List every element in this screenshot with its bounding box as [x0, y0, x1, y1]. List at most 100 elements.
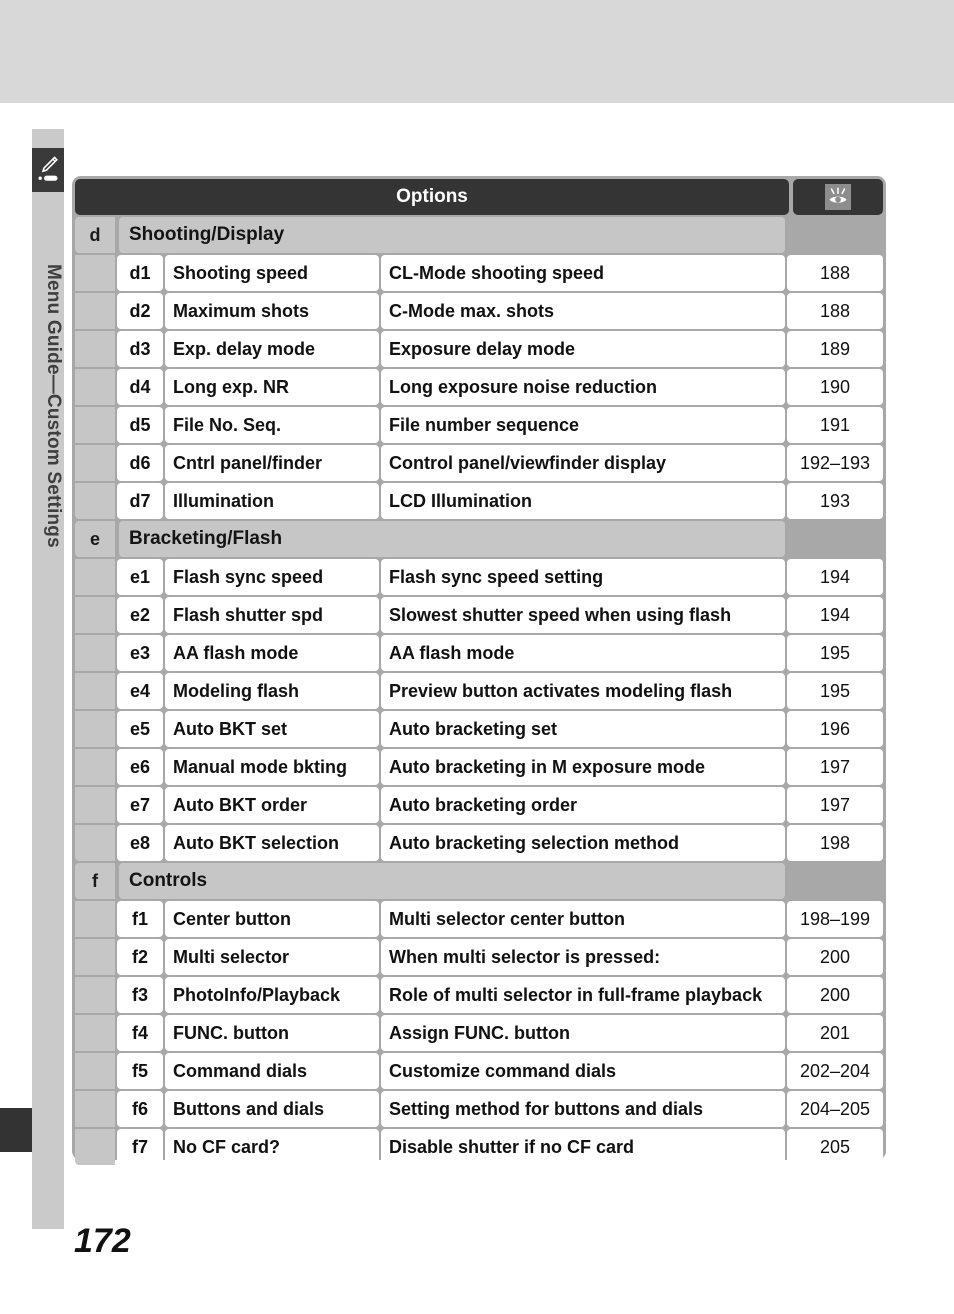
setting-description: Assign FUNC. button	[381, 1015, 785, 1051]
setting-description: Disable shutter if no CF card	[381, 1129, 785, 1165]
group-letter-spacer	[75, 445, 115, 481]
group-letter-spacer	[75, 673, 115, 709]
setting-name: Maximum shots	[165, 293, 379, 329]
section-page-spacer	[787, 863, 883, 899]
group-letter-spacer	[75, 483, 115, 519]
group-letter-spacer	[75, 331, 115, 367]
setting-page-ref: 198–199	[787, 901, 883, 937]
table-row: d6 Cntrl panel/finder Control panel/viewfi…	[75, 445, 883, 481]
setting-name: Exp. delay mode	[165, 331, 379, 367]
setting-page-ref: 188	[787, 255, 883, 291]
group-letter-spacer	[75, 1129, 115, 1165]
section-header-row: d Shooting/Display	[75, 217, 883, 253]
group-letter-spacer	[75, 293, 115, 329]
table-header-row: Options	[75, 179, 883, 215]
setting-code: f6	[117, 1091, 163, 1127]
group-letter: e	[75, 521, 115, 557]
setting-code: d2	[117, 293, 163, 329]
setting-name: Long exp. NR	[165, 369, 379, 405]
table-row: e6 Manual mode bkting Auto bracketing in M…	[75, 749, 883, 785]
setting-page-ref: 188	[787, 293, 883, 329]
group-letter-spacer	[75, 1053, 115, 1089]
group-letter-spacer	[75, 635, 115, 671]
setting-page-ref: 200	[787, 939, 883, 975]
setting-page-ref: 195	[787, 673, 883, 709]
setting-page-ref: 197	[787, 787, 883, 823]
setting-code: d1	[117, 255, 163, 291]
setting-description: Auto bracketing order	[381, 787, 785, 823]
section-page-spacer	[787, 521, 883, 557]
setting-page-ref: 200	[787, 977, 883, 1013]
eye-with-rays-icon	[825, 184, 851, 210]
setting-description: Auto bracketing set	[381, 711, 785, 747]
group-letter: f	[75, 863, 115, 899]
setting-name: FUNC. button	[165, 1015, 379, 1051]
setting-description: Auto bracketing in M exposure mode	[381, 749, 785, 785]
table-row: d5 File No. Seq. File number sequence 191	[75, 407, 883, 443]
table-body: d Shooting/Display d1 Shooting speed CL-Mode…	[75, 217, 883, 1165]
setting-code: e5	[117, 711, 163, 747]
group-letter-spacer	[75, 559, 115, 595]
sidebar-title: Menu Guide—Custom Settings	[43, 264, 64, 548]
setting-description: Setting method for buttons and dials	[381, 1091, 785, 1127]
setting-name: Auto BKT order	[165, 787, 379, 823]
setting-description: Flash sync speed setting	[381, 559, 785, 595]
group-letter-spacer	[75, 749, 115, 785]
table-row: e5 Auto BKT set Auto bracketing set 196	[75, 711, 883, 747]
setting-name: Center button	[165, 901, 379, 937]
section-header-row: f Controls	[75, 863, 883, 899]
group-letter-spacer	[75, 255, 115, 291]
setting-description: Control panel/viewfinder display	[381, 445, 785, 481]
setting-page-ref: 192–193	[787, 445, 883, 481]
table-row: e7 Auto BKT order Auto bracketing order 197	[75, 787, 883, 823]
group-letter-spacer	[75, 787, 115, 823]
setting-name: Shooting speed	[165, 255, 379, 291]
section-header-row: e Bracketing/Flash	[75, 521, 883, 557]
setting-page-ref: 201	[787, 1015, 883, 1051]
setting-page-ref: 197	[787, 749, 883, 785]
setting-name: Flash sync speed	[165, 559, 379, 595]
table-row: f6 Buttons and dials Setting method for bu…	[75, 1091, 883, 1127]
setting-description: Customize command dials	[381, 1053, 785, 1089]
section-page-spacer	[787, 217, 883, 253]
table-row: e3 AA flash mode AA flash mode 195	[75, 635, 883, 671]
setting-page-ref: 198	[787, 825, 883, 861]
page-number: 172	[74, 1222, 131, 1260]
table-row: f2 Multi selector When multi selector is p…	[75, 939, 883, 975]
setting-name: Auto BKT selection	[165, 825, 379, 861]
table-row: d2 Maximum shots C-Mode max. shots 188	[75, 293, 883, 329]
setting-name: Cntrl panel/finder	[165, 445, 379, 481]
setting-name: PhotoInfo/Playback	[165, 977, 379, 1013]
setting-page-ref: 195	[787, 635, 883, 671]
setting-description: AA flash mode	[381, 635, 785, 671]
group-letter-spacer	[75, 825, 115, 861]
chapter-tab-marker	[0, 1108, 32, 1152]
setting-description: Preview button activates modeling flash	[381, 673, 785, 709]
setting-code: d7	[117, 483, 163, 519]
setting-page-ref: 204–205	[787, 1091, 883, 1127]
top-gray-band	[0, 0, 954, 103]
setting-code: e4	[117, 673, 163, 709]
group-letter: d	[75, 217, 115, 253]
setting-description: Exposure delay mode	[381, 331, 785, 367]
setting-name: File No. Seq.	[165, 407, 379, 443]
setting-description: File number sequence	[381, 407, 785, 443]
setting-code: e7	[117, 787, 163, 823]
pencil-icon	[32, 148, 64, 192]
setting-code: e3	[117, 635, 163, 671]
group-letter-spacer	[75, 407, 115, 443]
group-letter-spacer	[75, 1091, 115, 1127]
group-letter-spacer	[75, 901, 115, 937]
table-row: d3 Exp. delay mode Exposure delay mode 189	[75, 331, 883, 367]
setting-name: Auto BKT set	[165, 711, 379, 747]
table-row: f5 Command dials Customize command dials 20…	[75, 1053, 883, 1089]
table-row: d7 Illumination LCD Illumination 193	[75, 483, 883, 519]
setting-code: e6	[117, 749, 163, 785]
setting-code: f1	[117, 901, 163, 937]
setting-page-ref: 205	[787, 1129, 883, 1165]
setting-name: Manual mode bkting	[165, 749, 379, 785]
table-row: e1 Flash sync speed Flash sync speed setti…	[75, 559, 883, 595]
group-letter-spacer	[75, 369, 115, 405]
group-letter-spacer	[75, 711, 115, 747]
section-title: Bracketing/Flash	[119, 521, 785, 557]
